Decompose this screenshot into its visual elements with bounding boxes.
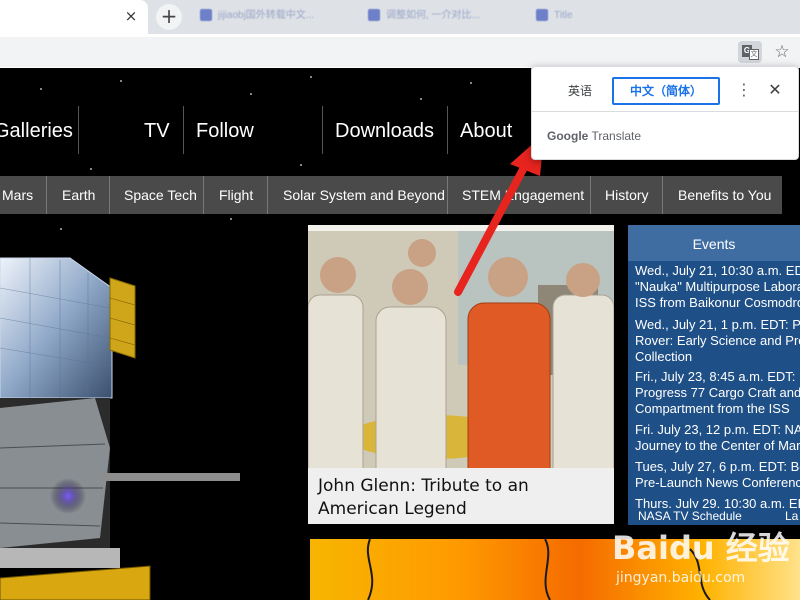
event-line[interactable]: Journey to the Center of Mars (635, 438, 800, 454)
topic-nav: Mars Earth Space Tech Flight Solar Syste… (0, 176, 782, 214)
google-translate-brand: Google Translate (547, 129, 642, 143)
event-line[interactable]: Rover: Early Science and Preparing for S… (635, 333, 800, 349)
topic-earth[interactable]: Earth (62, 176, 95, 214)
topic-divider (267, 176, 268, 214)
background-tab[interactable]: jijiaobj国外转载中文... (200, 6, 350, 26)
topic-divider (203, 176, 204, 214)
tab-title: jijiaobj国外转载中文... (218, 10, 315, 21)
events-footer: NASA TV Schedule La (628, 508, 800, 525)
nav-follow[interactable]: Follow (196, 102, 254, 156)
topic-divider (590, 176, 591, 214)
event-line[interactable]: Wed., July 21, 1 p.m. EDT: Perseverance (635, 317, 800, 333)
nav-tv[interactable]: TV (144, 102, 170, 156)
event-line[interactable]: Collection (635, 349, 800, 365)
address-bar[interactable] (0, 37, 800, 67)
topic-solar-system[interactable]: Solar System and Beyond (283, 176, 445, 214)
active-tab[interactable]: × (0, 0, 148, 34)
nav-galleries[interactable]: Galleries (0, 102, 73, 156)
events-more-link[interactable]: La (785, 508, 798, 525)
watermark-url: jingyan.baidu.com (616, 570, 746, 586)
background-tab[interactable]: 调整如何, 一介对比... (368, 6, 518, 26)
topic-benefits[interactable]: Benefits to You (678, 176, 771, 214)
topic-history[interactable]: History (605, 176, 649, 214)
events-title: Events (628, 225, 800, 261)
topic-divider (662, 176, 663, 214)
close-icon[interactable]: ✕ (765, 79, 785, 101)
translate-icon[interactable]: G文 (738, 41, 762, 63)
tab-favicon-icon (200, 9, 212, 22)
nav-divider (322, 106, 323, 154)
event-line[interactable]: ISS from Baikonur Cosmodrome (635, 295, 800, 311)
tab-title: 调整如何, 一介对比... (386, 10, 480, 21)
background-tab[interactable]: Title (536, 6, 636, 26)
popup-divider (532, 111, 798, 112)
new-tab-button[interactable]: + (156, 4, 182, 30)
baidu-watermark: Baidu 经验 jingyan.baidu.com (612, 530, 798, 598)
feature-caption[interactable]: John Glenn: Tribute to an American Legen… (308, 468, 614, 524)
tab-favicon-icon (368, 9, 380, 22)
tab-strip: × + jijiaobj国外转载中文... 调整如何, 一介对比... Titl… (0, 0, 800, 34)
event-line[interactable]: Tues, July 27, 6 p.m. EDT: Boeing OFT-2 (635, 459, 800, 475)
tab-close-icon[interactable]: × (122, 7, 140, 25)
tab-title: Title (554, 10, 573, 21)
topic-mars[interactable]: Mars (2, 176, 33, 214)
topic-space-tech[interactable]: Space Tech (124, 176, 197, 214)
nav-divider (183, 106, 184, 154)
event-line[interactable]: Fri. July 23, 12 p.m. EDT: NASA Science … (635, 422, 800, 438)
bookmark-star-icon[interactable]: ☆ (771, 41, 793, 63)
event-line[interactable]: Pre-Launch News Conference (635, 475, 800, 491)
tab-favicon-icon (536, 9, 548, 22)
nav-downloads[interactable]: Downloads (335, 102, 434, 156)
topic-divider (109, 176, 110, 214)
topic-divider (46, 176, 47, 214)
hubble-telescope-image[interactable] (0, 248, 300, 600)
events-panel: Events Wed., July 21, 10:30 a.m. EDT: La… (628, 225, 800, 525)
nav-divider (78, 106, 79, 154)
source-language-tab[interactable]: 英语 (550, 77, 610, 105)
event-line[interactable]: "Nauka" Multipurpose Laboratory Module t… (635, 279, 800, 295)
nasa-tv-schedule-link[interactable]: NASA TV Schedule (638, 508, 742, 525)
browser-toolbar (0, 34, 800, 68)
target-language-tab[interactable]: 中文（简体） (612, 77, 720, 105)
event-line[interactable]: Compartment from the ISS (635, 401, 800, 417)
topic-flight[interactable]: Flight (219, 176, 253, 214)
event-line[interactable]: Fri., July 23, 8:45 a.m. EDT: Undocking … (635, 369, 800, 385)
event-line[interactable]: Progress 77 Cargo Craft and Pirs Docking (635, 385, 800, 401)
more-options-icon[interactable]: ⋮ (736, 79, 752, 101)
watermark-logo: Baidu 经验 (612, 529, 790, 567)
translate-popup: 英语 中文（简体） ⋮ ✕ Google Translate (531, 66, 799, 160)
event-line[interactable]: Wed., July 21, 10:30 a.m. EDT: Launch of… (635, 263, 800, 279)
